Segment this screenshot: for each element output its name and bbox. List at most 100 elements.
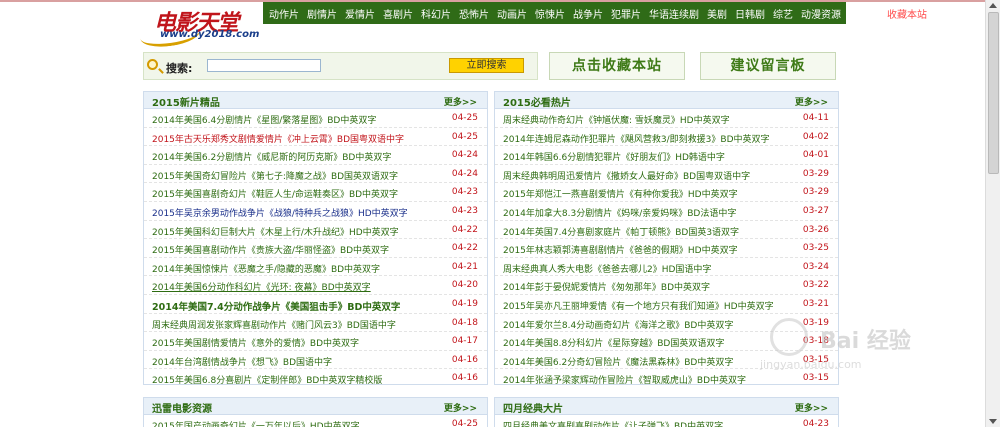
list-item[interactable]: 2015年吴京余男动作战争片《战狼/特种兵之战狼》HD中英双字 04-23	[144, 202, 487, 221]
movie-title[interactable]: 周末经典真人秀大电影《爸爸去哪儿2》HD国语中字	[503, 262, 711, 275]
list-item[interactable]: 2014年台湾剧情战争片《想飞》BD国语中字 04-16	[144, 351, 487, 370]
list-item[interactable]: 2015年美国喜剧奇幻片《鞋匠人生/命运鞋奏区》BD中英双字 04-23	[144, 183, 487, 202]
movie-title[interactable]: 2015年林志颖郭涛喜剧剧情片《爸爸的假期》HD中英双字	[503, 243, 738, 256]
list-item[interactable]: 2014年加拿大8.3分剧情片《妈咪/亲爱妈咪》BD法语中字 03-27	[495, 202, 838, 221]
list-item[interactable]: 2014年美国6.4分剧情片《星图/繁落星图》BD中英双字 04-25	[144, 109, 487, 128]
nav-item-horror[interactable]: 恐怖片	[459, 6, 489, 21]
movie-title[interactable]: 2015年郑恺江一燕喜剧爱情片《有种你爱我》HD中英双字	[503, 187, 738, 200]
movie-date: 03-24	[802, 261, 829, 272]
movie-title[interactable]: 四月经典美文喜剧喜剧动作片《让子弹飞》BD中英双字	[503, 419, 723, 427]
nav-item-crime[interactable]: 犯罪片	[611, 6, 641, 21]
movie-title[interactable]: 2015年美国喜剧奇幻片《鞋匠人生/命运鞋奏区》BD中英双字	[152, 187, 398, 200]
movie-title[interactable]: 2014年英国7.4分喜剧家庭片《帕丁顿熊》BD国英3语双字	[503, 225, 739, 238]
nav-item-comedy[interactable]: 喜剧片	[383, 6, 413, 21]
list-item[interactable]: 周末经典周润发张家辉喜剧动作片《赌门风云3》BD国语中字 04-18	[144, 314, 487, 333]
search-button[interactable]: 立即搜索	[449, 58, 524, 73]
list-item[interactable]: 2014年美国6分动作科幻片《光环: 夜幕》BD中英双字 04-20	[144, 276, 487, 295]
movie-date: 04-25	[451, 113, 478, 123]
nav-item-drama[interactable]: 剧情片	[307, 6, 337, 21]
nav-item-variety[interactable]: 综艺	[773, 6, 793, 21]
list-item[interactable]: 2015年美国剧情爱情片《意外的爱情》BD中英双字 04-17	[144, 332, 487, 351]
movie-title[interactable]: 2014年美国6.2分奇幻冒险片《魔法黑森林》BD中英双字	[503, 355, 733, 368]
watermark-text: Bai 经验	[820, 329, 911, 354]
list-item[interactable]: 2015年美国喜剧动作片《贵族大盗/华丽怪盗》BD中英双字 04-22	[144, 239, 487, 258]
movie-title[interactable]: 2014年美国惊悚片《恶魔之手/隐藏的恶魔》BD中英双字	[152, 262, 380, 275]
more-link[interactable]: 更多>>	[444, 401, 477, 414]
more-link[interactable]: 更多>>	[795, 95, 828, 108]
vertical-scrollbar[interactable]	[985, 0, 1000, 427]
more-link[interactable]: 更多>>	[795, 401, 828, 414]
list-item[interactable]: 2014年彭于晏倪妮爱情片《匆匆那年》BD中英双字 03-22	[495, 276, 838, 295]
nav-item-anime[interactable]: 动漫资源	[801, 6, 841, 21]
nav-item-jk-series[interactable]: 日韩剧	[735, 6, 765, 21]
nav-item-chinese-series[interactable]: 华语连续剧	[649, 6, 699, 21]
movie-title[interactable]: 2014年加拿大8.3分剧情片《妈咪/亲爱妈咪》BD法语中字	[503, 206, 736, 219]
movie-date: 04-22	[451, 243, 478, 254]
movie-title[interactable]: 2014年台湾剧情战争片《想飞》BD国语中字	[152, 355, 332, 368]
list-item[interactable]: 2015年林志颖郭涛喜剧剧情片《爸爸的假期》HD中英双字 03-25	[495, 239, 838, 258]
site-logo[interactable]: 电影天堂 www.dy2018.com	[138, 5, 260, 51]
list-item[interactable]: 2014年美国7.4分动作战争片《美国狙击手》BD中英双字 04-19	[144, 295, 487, 314]
movie-title[interactable]: 2014年连姆尼森动作犯罪片《飓风营救3/即刻救援3》BD中英双字	[503, 132, 770, 145]
guestbook-button[interactable]: 建议留言板	[700, 52, 836, 80]
list-item[interactable]: 2015年吴亦凡王丽坤爱情《有一个地方只有我们知道》HD中英双字 03-21	[495, 295, 838, 314]
list-item[interactable]: 周末经典真人秀大电影《爸爸去哪儿2》HD国语中字 03-24	[495, 258, 838, 277]
movie-title[interactable]: 2015年古天乐郑秀文剧情爱情片《冲上云霄》BD国粤双语中字	[152, 132, 404, 145]
movie-date: 04-24	[451, 150, 478, 161]
more-link[interactable]: 更多>>	[444, 95, 477, 108]
search-bar: 搜索: 立即搜索	[143, 52, 538, 80]
scroll-down-icon[interactable]	[989, 419, 997, 424]
movie-title[interactable]: 2015年吴京余男动作战争片《战狼/特种兵之战狼》HD中英双字	[152, 206, 408, 219]
movie-title[interactable]: 2015年美国剧情爱情片《意外的爱情》BD中英双字	[152, 336, 359, 349]
movie-title[interactable]: 2014年美国7.4分动作战争片《美国狙击手》BD中英双字	[152, 299, 400, 313]
nav-item-romance[interactable]: 爱情片	[345, 6, 375, 21]
nav-item-scifi[interactable]: 科幻片	[421, 6, 451, 21]
movie-title[interactable]: 2014年爱尔兰8.4分动画奇幻片《海洋之歌》BD中英双字	[503, 318, 733, 331]
movie-title[interactable]: 2015年美国奇幻冒险片《第七子:降魔之战》BD国英双语双字	[152, 169, 398, 182]
nav-item-us-series[interactable]: 美剧	[707, 6, 727, 21]
movie-title[interactable]: 2014年美国8.8分科幻片《星际穿越》BD国英双语双字	[503, 336, 724, 349]
nav-item-war[interactable]: 战争片	[573, 6, 603, 21]
movie-title[interactable]: 2014年美国6.2分剧情片《威尼斯的阿历克斯》BD中英双字	[152, 150, 391, 163]
list-item[interactable]: 2014年英国7.4分喜剧家庭片《帕丁顿熊》BD国英3语双字 03-26	[495, 221, 838, 240]
list-item[interactable]: 2015年美国奇幻冒险片《第七子:降魔之战》BD国英双语双字 04-24	[144, 165, 487, 184]
list-item[interactable]: 2014年韩国6.6分剧情犯罪片《好朋友们》HD韩语中字 04-01	[495, 146, 838, 165]
movie-title[interactable]: 2014年美国6.4分剧情片《星图/繁落星图》BD中英双字	[152, 113, 376, 126]
movie-date: 04-16	[451, 354, 478, 365]
search-label: 搜索:	[166, 62, 193, 75]
nav-item-bookmark[interactable]: 收藏本站	[887, 6, 927, 21]
scroll-up-icon[interactable]	[989, 3, 997, 8]
list-item[interactable]: 2015年美国6.8分喜剧片《定制伴郎》BD中英双字精校版 04-16	[144, 369, 487, 384]
movie-title[interactable]: 2014年美国6分动作科幻片《光环: 夜幕》BD中英双字	[152, 280, 371, 293]
movie-title[interactable]: 2015年美国6.8分喜剧片《定制伴郎》BD中英双字精校版	[152, 373, 382, 384]
movie-title[interactable]: 2015年美国喜剧动作片《贵族大盗/华丽怪盗》BD中英双字	[152, 243, 389, 256]
list-item[interactable]: 2015年古天乐郑秀文剧情爱情片《冲上云霄》BD国粤双语中字 04-25	[144, 128, 487, 147]
list-item[interactable]: 周末经典韩明周迅爱情片《撒娇女人最好命》BD国粤双语中字 03-29	[495, 165, 838, 184]
paw-icon	[770, 318, 808, 356]
scrollbar-thumb[interactable]	[988, 12, 999, 174]
list-item[interactable]: 2014年美国惊悚片《恶魔之手/隐藏的恶魔》BD中英双字 04-21	[144, 258, 487, 277]
bookmark-button[interactable]: 点击收藏本站	[549, 52, 685, 80]
movie-title[interactable]: 2014年彭于晏倪妮爱情片《匆匆那年》BD中英双字	[503, 280, 710, 293]
nav-item-guestbook[interactable]: 留言板	[849, 6, 879, 21]
movie-title[interactable]: 2014年韩国6.6分剧情犯罪片《好朋友们》HD韩语中字	[503, 150, 725, 163]
movie-title[interactable]: 周末经典韩明周迅爱情片《撒娇女人最好命》BD国粤双语中字	[503, 169, 750, 182]
movie-title[interactable]: 周末经典周润发张家辉喜剧动作片《赌门风云3》BD国语中字	[152, 318, 396, 331]
list-item[interactable]: 2014年连姆尼森动作犯罪片《飓风营救3/即刻救援3》BD中英双字 04-02	[495, 128, 838, 147]
nav-item-action[interactable]: 动作片	[269, 6, 299, 21]
list-item[interactable]: 周末经典动作奇幻片《钟馗伏魔: 雪妖魔灵》HD中英双字 04-11	[495, 109, 838, 128]
search-input[interactable]	[207, 59, 321, 72]
list-item[interactable]: 2015年国产动画奇幻片《一万年以后》HD中英双字 04-25	[144, 415, 487, 427]
movie-title[interactable]: 周末经典动作奇幻片《钟馗伏魔: 雪妖魔灵》HD中英双字	[503, 113, 730, 126]
list-item[interactable]: 2015年美国科幻巨制大片《木星上行/木升战纪》HD中英双字 04-22	[144, 221, 487, 240]
panel-header: 四月经典大片 更多>>	[495, 398, 838, 415]
nav-item-thriller[interactable]: 惊悚片	[535, 6, 565, 21]
nav-item-animation[interactable]: 动画片	[497, 6, 527, 21]
list-item[interactable]: 四月经典美文喜剧喜剧动作片《让子弹飞》BD中英双字 04-23	[495, 415, 838, 427]
movie-title[interactable]: 2015年吴亦凡王丽坤爱情《有一个地方只有我们知道》HD中英双字	[503, 299, 774, 312]
movie-title[interactable]: 2015年国产动画奇幻片《一万年以后》HD中英双字	[152, 419, 360, 427]
list-item[interactable]: 2015年郑恺江一燕喜剧爱情片《有种你爱我》HD中英双字 03-29	[495, 183, 838, 202]
movie-title[interactable]: 2014年张涵予梁家辉动作冒险片《智取威虎山》BD中英双字	[503, 373, 746, 384]
movie-title[interactable]: 2015年美国科幻巨制大片《木星上行/木升战纪》HD中英双字	[152, 225, 399, 238]
list-item[interactable]: 2014年美国6.2分剧情片《威尼斯的阿历克斯》BD中英双字 04-24	[144, 146, 487, 165]
